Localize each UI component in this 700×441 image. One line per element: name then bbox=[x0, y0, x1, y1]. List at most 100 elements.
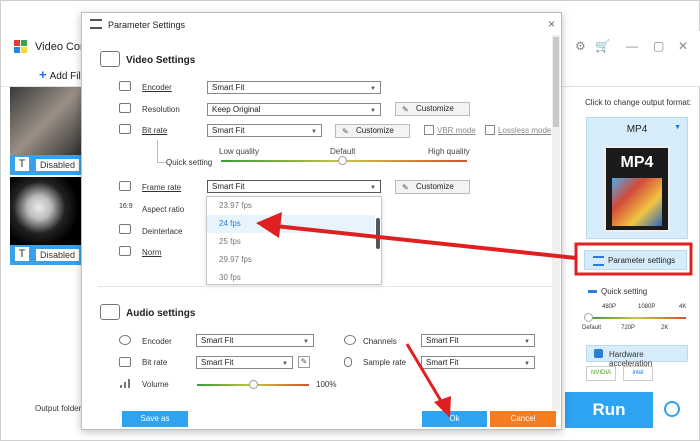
quality-default-label: Default bbox=[330, 147, 356, 156]
framerate-dropdown-list: 23.97 fps 24 fps 25 fps 29.97 fps 30 fps bbox=[206, 196, 382, 285]
bitrate-value: Smart Fit bbox=[212, 126, 245, 135]
quick-setting-handle[interactable] bbox=[584, 313, 593, 322]
norm-label[interactable]: Norm bbox=[142, 248, 162, 257]
lossless-mode-label[interactable]: Lossless mode bbox=[498, 126, 551, 135]
clip-thumbnail[interactable] bbox=[10, 177, 83, 245]
subtitle-bar[interactable]: T Disabled bbox=[10, 245, 83, 265]
cancel-button[interactable]: Cancel bbox=[490, 411, 556, 427]
sample-rate-label: Sample rate bbox=[363, 358, 407, 367]
parameter-settings-label: Parameter settings bbox=[608, 256, 676, 265]
section-divider bbox=[98, 286, 552, 287]
dialog-scrollbar[interactable] bbox=[552, 35, 560, 409]
dialog-title-bar: Parameter Settings × bbox=[82, 13, 561, 35]
customize-label: Customize bbox=[416, 182, 454, 191]
quality-high-label: High quality bbox=[428, 147, 470, 156]
quick-tick: 720P bbox=[621, 325, 636, 331]
volume-label: Volume bbox=[142, 380, 169, 389]
volume-value: 100% bbox=[316, 380, 337, 389]
audio-settings-heading: Audio settings bbox=[126, 308, 196, 319]
encoder-label[interactable]: Encoder bbox=[142, 83, 172, 92]
clip-thumbnail[interactable] bbox=[10, 87, 83, 155]
fps-option[interactable]: 23.97 fps bbox=[207, 197, 375, 215]
plus-icon: + bbox=[39, 67, 47, 82]
volume-slider-handle[interactable] bbox=[249, 380, 258, 389]
subtitle-dropdown[interactable]: Disabled bbox=[36, 159, 80, 171]
framerate-select[interactable]: Smart Fit ▼ bbox=[207, 180, 381, 193]
channels-select[interactable]: Smart Fit ▼ bbox=[421, 334, 535, 347]
encoder-value: Smart Fit bbox=[212, 83, 245, 92]
close-icon[interactable]: × bbox=[548, 17, 555, 31]
restore-icon[interactable]: ▢ bbox=[653, 39, 664, 53]
cart-icon[interactable]: 🛒 bbox=[595, 39, 610, 53]
subtitle-dropdown[interactable]: Disabled bbox=[36, 249, 80, 261]
video-quick-setting-label: Quick setting bbox=[166, 158, 213, 167]
bitrate-select[interactable]: Smart Fit ▼ bbox=[207, 124, 322, 137]
lossless-mode-checkbox[interactable] bbox=[485, 125, 495, 135]
close-app-icon[interactable]: ✕ bbox=[678, 39, 688, 53]
quick-tick: Default bbox=[582, 325, 602, 331]
vbr-mode-label[interactable]: VBR mode bbox=[437, 126, 476, 135]
fps-option[interactable]: 29.97 fps bbox=[207, 251, 375, 269]
chip-icon bbox=[594, 349, 603, 358]
output-format-name: MP4 bbox=[626, 124, 648, 135]
fps-option[interactable]: 25 fps bbox=[207, 233, 375, 251]
output-format-selector[interactable]: MP4 ▼ MP4 bbox=[586, 117, 688, 239]
quick-tick: 1080P bbox=[638, 304, 656, 310]
video-settings-heading: Video Settings bbox=[126, 55, 196, 66]
tree-connector bbox=[157, 140, 158, 163]
chevron-down-icon: ▼ bbox=[303, 339, 309, 345]
quick-setting-slider[interactable] bbox=[588, 317, 686, 319]
bitrate-icon bbox=[119, 124, 131, 134]
resolution-icon bbox=[119, 103, 131, 113]
resolution-label: Resolution bbox=[142, 105, 180, 114]
audio-bitrate-select[interactable]: Smart Fit ▼ bbox=[196, 356, 293, 369]
chevron-down-icon: ▼ bbox=[524, 361, 530, 367]
bitrate-label[interactable]: Bit rate bbox=[142, 126, 167, 135]
dropdown-scrollbar-thumb[interactable] bbox=[376, 218, 380, 249]
intel-badge: intel bbox=[623, 366, 653, 381]
quick-setting-label: Quick setting bbox=[601, 287, 648, 296]
audio-bitrate-label: Bit rate bbox=[142, 358, 168, 367]
parameter-settings-button[interactable]: Parameter settings bbox=[584, 250, 687, 270]
chevron-down-icon: ▼ bbox=[282, 361, 288, 367]
output-folder-label: Output folder: bbox=[35, 404, 84, 413]
quick-tick: 2K bbox=[661, 325, 669, 331]
format-icon-text: MP4 bbox=[620, 154, 654, 171]
scissors-icon[interactable]: ⚙ bbox=[575, 39, 586, 53]
audio-bitrate-icon bbox=[119, 357, 131, 367]
sample-rate-select[interactable]: Smart Fit ▼ bbox=[421, 356, 535, 369]
deinterlace-icon bbox=[119, 224, 131, 234]
framerate-customize-button[interactable]: ✎ Customize bbox=[395, 180, 470, 194]
audio-encoder-icon bbox=[119, 335, 131, 345]
minimize-icon[interactable]: — bbox=[626, 39, 638, 53]
customize-label: Customize bbox=[356, 126, 394, 135]
chevron-down-icon: ▼ bbox=[370, 108, 376, 114]
fps-option[interactable]: 30 fps bbox=[207, 269, 375, 284]
pencil-icon: ✎ bbox=[402, 183, 409, 192]
save-as-button[interactable]: Save as bbox=[122, 411, 188, 427]
vbr-mode-checkbox[interactable] bbox=[424, 125, 434, 135]
run-button[interactable]: Run bbox=[565, 392, 653, 428]
quality-slider-handle[interactable] bbox=[338, 156, 347, 165]
quality-low-label: Low quality bbox=[219, 147, 260, 156]
aspect-ratio-icon: 16:9 bbox=[119, 203, 133, 210]
framerate-label[interactable]: Frame rate bbox=[142, 183, 181, 192]
hardware-acceleration-button[interactable]: Hardware acceleration bbox=[586, 345, 688, 368]
resolution-select[interactable]: Keep Original ▼ bbox=[207, 103, 381, 116]
bitrate-customize-button[interactable]: ✎ Customize bbox=[335, 124, 410, 138]
mp4-format-icon: MP4 bbox=[604, 146, 670, 232]
nvidia-badge: NVIDIA bbox=[586, 366, 616, 381]
resolution-customize-button[interactable]: ✎ Customize bbox=[395, 102, 470, 116]
dropdown-triangle-icon: ▼ bbox=[674, 124, 681, 131]
chevron-down-icon: ▼ bbox=[370, 86, 376, 92]
scrollbar-thumb[interactable] bbox=[553, 37, 559, 127]
alarm-clock-icon[interactable] bbox=[664, 401, 680, 417]
encoder-select[interactable]: Smart Fit ▼ bbox=[207, 81, 381, 94]
pencil-icon[interactable]: ✎ bbox=[298, 356, 310, 368]
subtitle-bar[interactable]: T Disabled bbox=[10, 155, 83, 175]
audio-encoder-select[interactable]: Smart Fit ▼ bbox=[196, 334, 314, 347]
ok-button[interactable]: Ok bbox=[422, 411, 487, 427]
fps-option-highlighted[interactable]: 24 fps bbox=[207, 215, 375, 233]
subtitle-icon: T bbox=[15, 247, 29, 261]
audio-bitrate-value: Smart Fit bbox=[201, 358, 234, 367]
